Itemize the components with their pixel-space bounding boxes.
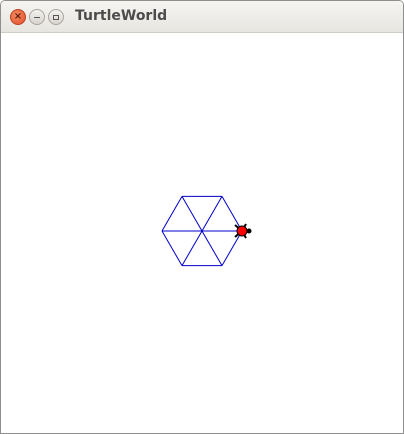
close-button[interactable]: × xyxy=(10,9,26,25)
maximize-icon xyxy=(53,14,59,20)
title-bar[interactable]: × TurtleWorld xyxy=(1,1,403,33)
hexagon-spoke xyxy=(181,230,203,266)
hexagon-edge xyxy=(221,230,243,266)
hexagon-edge xyxy=(221,196,243,232)
hexagon-edge xyxy=(161,230,183,266)
maximize-button[interactable] xyxy=(48,9,64,25)
turtle-canvas[interactable] xyxy=(1,33,403,433)
turtleworld-window: × TurtleWorld xyxy=(0,0,404,434)
drawing-surface xyxy=(161,195,252,267)
close-icon: × xyxy=(13,11,23,22)
hexagon-spoke xyxy=(201,230,223,266)
window-title: TurtleWorld xyxy=(75,8,168,24)
hexagon-spoke xyxy=(181,196,203,232)
minimize-button[interactable] xyxy=(29,9,45,25)
hexagon-edge xyxy=(161,196,183,232)
minimize-icon xyxy=(34,16,40,18)
turtle-icon xyxy=(234,223,252,239)
hexagon-spoke xyxy=(201,196,223,232)
hexagon-drawing xyxy=(161,195,243,267)
turtle-body xyxy=(236,225,248,237)
